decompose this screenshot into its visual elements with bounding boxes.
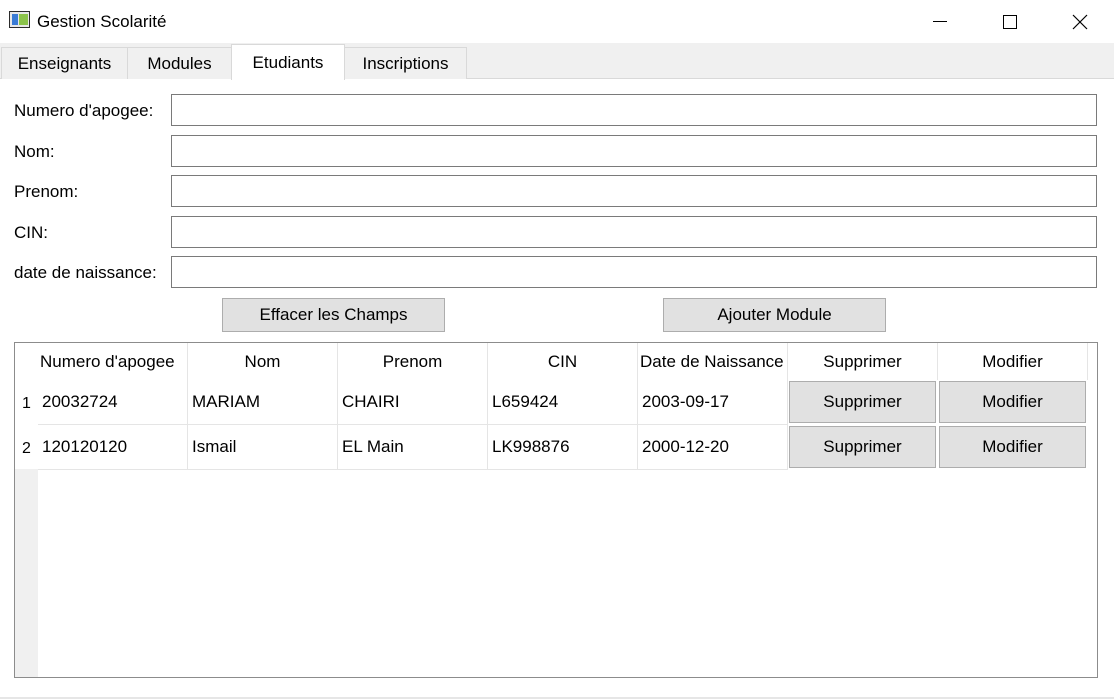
nom-label: Nom:	[14, 142, 55, 161]
cell-apogee[interactable]: 20032724	[38, 380, 188, 425]
naissance-input[interactable]	[171, 256, 1097, 288]
cell-nom[interactable]: MARIAM	[188, 380, 338, 425]
column-header-naissance[interactable]: Date de Naissance	[638, 343, 788, 380]
minimize-icon	[933, 21, 947, 22]
column-header-apogee[interactable]: Numero d'apogee	[38, 343, 188, 380]
prenom-label: Prenom:	[14, 182, 79, 201]
column-header-prenom[interactable]: Prenom	[338, 343, 488, 380]
maximize-button[interactable]	[975, 0, 1045, 43]
cell-apogee[interactable]: 120120120	[38, 425, 188, 470]
row-number: 1	[22, 395, 31, 412]
minimize-button[interactable]	[905, 0, 975, 43]
cell-cin[interactable]: LK998876	[488, 425, 638, 470]
clear-fields-button[interactable]: Effacer les Champs	[222, 298, 445, 332]
prenom-input[interactable]	[171, 175, 1097, 207]
cin-input[interactable]	[171, 216, 1097, 248]
edit-row-button[interactable]: Modifier	[939, 381, 1086, 423]
column-header-apogee-label: Numero d'apogee	[40, 351, 175, 371]
cell-prenom[interactable]: CHAIRI	[338, 380, 488, 425]
cell-nom[interactable]: Ismail	[188, 425, 338, 470]
tab-inscriptions[interactable]: Inscriptions	[344, 47, 467, 79]
column-header-nom[interactable]: Nom	[188, 343, 338, 380]
cell-cin[interactable]: L659424	[488, 380, 638, 425]
edit-row-button[interactable]: Modifier	[939, 426, 1086, 468]
students-grid: Numero d'apogee Nom Prenom CIN Date de N…	[14, 342, 1098, 678]
close-icon	[1072, 14, 1088, 29]
delete-row-button[interactable]: Supprimer	[789, 381, 936, 423]
column-header-cin[interactable]: CIN	[488, 343, 638, 380]
app-window-icon	[9, 11, 30, 28]
naissance-label: date de naissance:	[14, 263, 157, 282]
title-bar: Gestion Scolarité	[0, 0, 1114, 43]
column-header-naissance-label: Date de Naissance	[640, 351, 784, 371]
cell-prenom[interactable]: EL Main	[338, 425, 488, 470]
tab-modules[interactable]: Modules	[127, 47, 232, 79]
row-number: 2	[22, 440, 31, 457]
column-header-supprimer[interactable]: Supprimer	[788, 343, 938, 380]
row-header-strip	[15, 469, 38, 677]
tab-etudiants[interactable]: Etudiants	[231, 44, 345, 80]
apogee-label: Numero d'apogee:	[14, 101, 154, 120]
apogee-input[interactable]	[171, 94, 1097, 126]
delete-row-button[interactable]: Supprimer	[789, 426, 936, 468]
tab-strip: Enseignants Modules Etudiants Inscriptio…	[0, 43, 1114, 80]
column-header-modifier[interactable]: Modifier	[938, 343, 1088, 380]
tab-enseignants[interactable]: Enseignants	[1, 47, 128, 79]
maximize-icon	[1003, 14, 1017, 29]
close-button[interactable]	[1045, 0, 1114, 43]
window-title: Gestion Scolarité	[37, 12, 167, 31]
add-module-button[interactable]: Ajouter Module	[663, 298, 886, 332]
cell-naissance[interactable]: 2003-09-17	[638, 380, 788, 425]
cell-naissance[interactable]: 2000-12-20	[638, 425, 788, 470]
nom-input[interactable]	[171, 135, 1097, 167]
cin-label: CIN:	[14, 223, 48, 242]
